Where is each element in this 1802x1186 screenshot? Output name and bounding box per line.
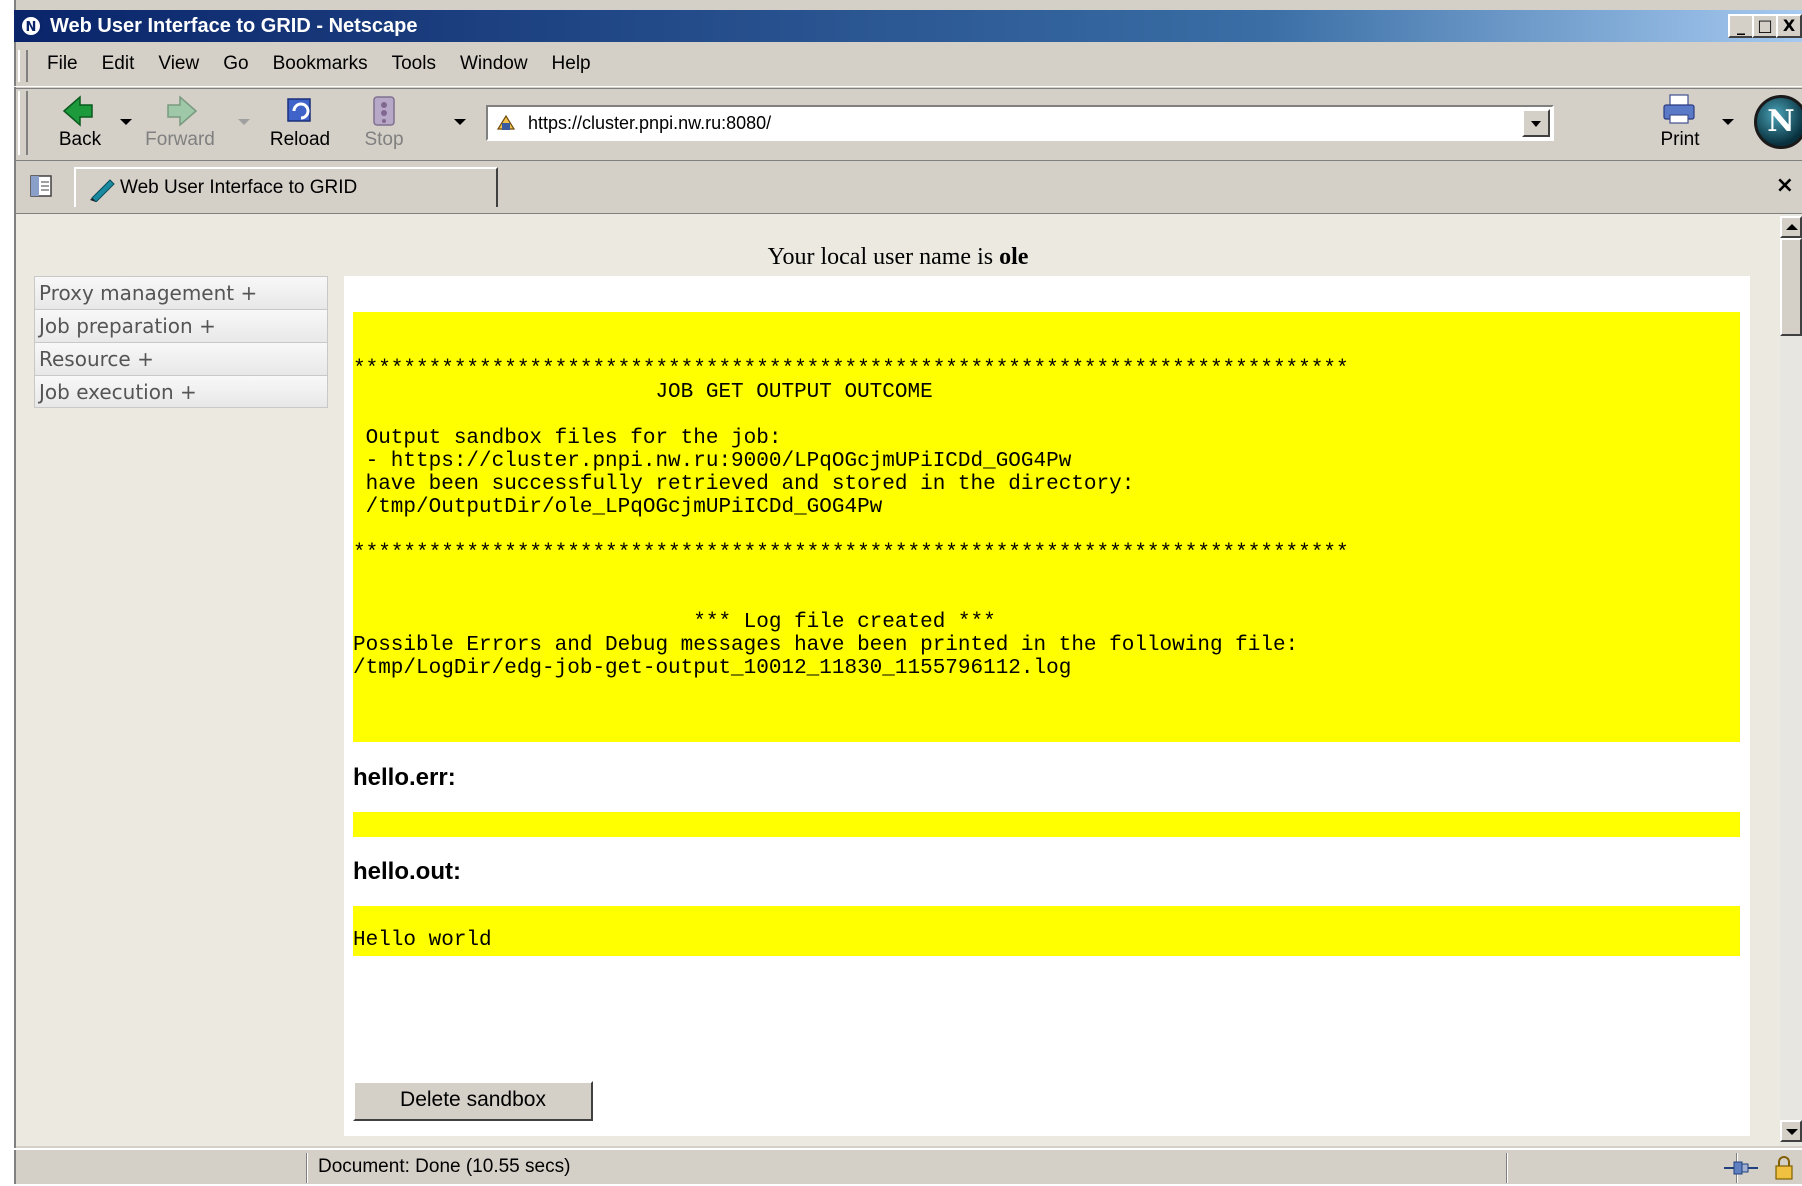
sidebar-item-job-execution[interactable]: Job execution + — [34, 375, 328, 408]
printer-icon — [1663, 94, 1695, 124]
hello-err-heading: hello.err: — [353, 764, 456, 791]
browser-window: N Web User Interface to GRID - Netscape … — [0, 0, 1802, 1184]
menu-edit[interactable]: Edit — [102, 53, 135, 75]
scroll-down-button[interactable] — [1780, 1120, 1802, 1142]
sidebar-item-proxy-management[interactable]: Proxy management + — [34, 276, 328, 309]
tab-web-user-interface[interactable]: Web User Interface to GRID — [74, 167, 498, 207]
stop-label: Stop — [364, 129, 404, 150]
back-arrow-icon — [62, 95, 93, 127]
page-viewport: Your local user name is ole Proxy manage… — [16, 214, 1780, 1146]
delete-sandbox-button[interactable]: Delete sandbox — [353, 1081, 593, 1121]
user-prefix: Your local user name is — [767, 244, 1000, 270]
menu-view[interactable]: View — [158, 53, 199, 75]
menu-grip-handle[interactable] — [18, 50, 28, 82]
back-button[interactable]: Back — [40, 93, 120, 151]
netscape-throbber-logo[interactable]: N — [1754, 95, 1802, 149]
scroll-thumb[interactable] — [1780, 238, 1802, 336]
status-message: Document: Done (10.55 secs) — [318, 1156, 571, 1177]
navigation-toolbar: Back Forward Reload Stop https://cluster… — [14, 88, 1802, 159]
online-status-plug-icon[interactable] — [1724, 1158, 1758, 1178]
menu-window[interactable]: Window — [460, 53, 528, 75]
hello-out-heading: hello.out: — [353, 858, 461, 885]
url-input[interactable] — [528, 111, 1488, 135]
stop-icon — [373, 96, 395, 126]
sidebar-item-job-preparation[interactable]: Job preparation + — [34, 309, 328, 342]
status-separator — [306, 1153, 308, 1183]
back-label: Back — [58, 129, 102, 150]
menu-bar: File Edit View Go Bookmarks Tools Window… — [14, 46, 1802, 87]
status-separator — [1506, 1153, 1508, 1183]
close-window-button[interactable]: X — [1776, 14, 1802, 38]
tab-title: Web User Interface to GRID — [120, 177, 358, 198]
site-security-icon — [496, 114, 516, 130]
job-output-outcome-box: ****************************************… — [353, 312, 1740, 742]
customize-toolbar-dropdown[interactable] — [454, 119, 466, 125]
sidebar-item-resource[interactable]: Resource + — [34, 342, 328, 375]
minimize-button[interactable]: _ — [1728, 14, 1754, 38]
hello-err-box — [353, 812, 1740, 837]
page-edit-icon — [90, 179, 115, 202]
forward-button[interactable]: Forward — [140, 93, 220, 151]
netscape-app-icon: N — [20, 15, 42, 37]
print-button[interactable]: Print — [1640, 93, 1720, 151]
vertical-scrollbar[interactable] — [1780, 214, 1802, 1146]
print-options-dropdown[interactable] — [1722, 119, 1734, 125]
stop-button[interactable]: Stop — [344, 93, 424, 151]
window-title: Web User Interface to GRID - Netscape — [50, 15, 418, 37]
toolbar-grip-handle[interactable] — [18, 91, 28, 155]
maximize-button[interactable]: □ — [1752, 14, 1778, 38]
main-panel: ****************************************… — [344, 276, 1750, 1136]
reload-label: Reload — [269, 129, 331, 150]
forward-arrow-icon — [167, 95, 198, 127]
hello-out-box: Hello world — [353, 906, 1740, 956]
menu-file[interactable]: File — [47, 53, 78, 75]
hello-out-text: Hello world — [353, 929, 492, 952]
security-padlock-icon[interactable] — [1772, 1154, 1796, 1182]
scroll-up-button[interactable] — [1780, 216, 1802, 238]
menu-tools[interactable]: Tools — [392, 53, 436, 75]
user-name: ole — [999, 244, 1029, 270]
sidebar-menu: Proxy management + Job preparation + Res… — [34, 276, 328, 408]
sidebar-toggle-icon[interactable] — [28, 173, 54, 199]
tab-bar: Web User Interface to GRID × — [14, 160, 1802, 215]
url-bar[interactable] — [486, 105, 1554, 141]
forward-label: Forward — [145, 129, 215, 150]
user-name-line: Your local user name is ole — [16, 244, 1780, 271]
status-bar: Document: Done (10.55 secs) — [14, 1148, 1802, 1186]
back-history-dropdown[interactable] — [120, 119, 132, 125]
close-tab-button[interactable]: × — [1776, 173, 1794, 198]
url-history-dropdown[interactable] — [1522, 109, 1550, 137]
menu-go[interactable]: Go — [223, 53, 248, 75]
reload-button[interactable]: Reload — [260, 93, 340, 151]
reload-icon — [287, 98, 311, 122]
forward-history-dropdown[interactable] — [238, 119, 250, 125]
menu-bookmarks[interactable]: Bookmarks — [273, 53, 368, 75]
title-bar[interactable]: N Web User Interface to GRID - Netscape … — [14, 10, 1802, 42]
menu-help[interactable]: Help — [552, 53, 591, 75]
job-output-outcome-text: ****************************************… — [353, 358, 1349, 680]
print-label: Print — [1660, 129, 1700, 150]
